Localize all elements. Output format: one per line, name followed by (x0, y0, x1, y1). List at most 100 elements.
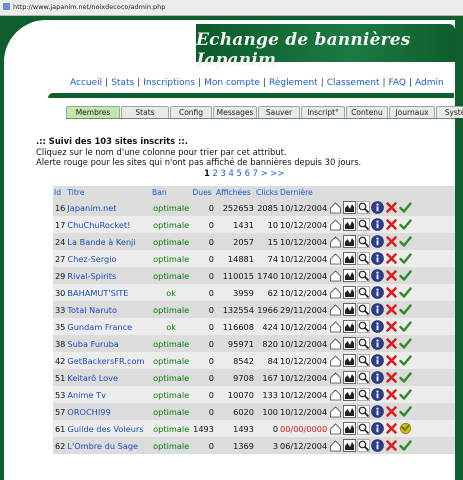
magnify-icon[interactable] (357, 439, 371, 452)
approve-check-icon[interactable] (399, 371, 412, 384)
edit-page-icon[interactable] (329, 422, 342, 435)
approve-check-icon[interactable] (399, 405, 412, 418)
info-icon[interactable] (371, 354, 385, 367)
tab-3[interactable]: Messages (213, 106, 257, 118)
edit-page-icon[interactable] (329, 252, 342, 265)
info-icon[interactable] (371, 337, 385, 350)
delete-icon[interactable] (385, 439, 398, 452)
magnify-icon[interactable] (357, 405, 371, 418)
page-link[interactable]: 6 (245, 168, 250, 178)
tab-5[interactable]: Inscript° (301, 106, 345, 118)
tab-6[interactable]: Contenu (346, 106, 388, 118)
col-clicks-header[interactable]: Clicks (254, 186, 280, 199)
stats-chart-icon[interactable] (343, 218, 357, 231)
edit-page-icon[interactable] (329, 337, 342, 350)
magnify-icon[interactable] (357, 337, 371, 350)
site-title-link[interactable]: Chez-Sergio (67, 254, 116, 264)
info-icon[interactable] (371, 303, 385, 316)
magnify-icon[interactable] (357, 269, 371, 282)
stats-chart-icon[interactable] (343, 252, 357, 265)
edit-page-icon[interactable] (329, 218, 342, 231)
info-icon[interactable] (371, 218, 385, 231)
edit-page-icon[interactable] (329, 439, 342, 452)
edit-page-icon[interactable] (329, 235, 342, 248)
site-title-link[interactable]: ChuChuRocket! (67, 220, 130, 230)
stats-chart-icon[interactable] (343, 337, 357, 350)
magnify-icon[interactable] (357, 235, 371, 248)
magnify-icon[interactable] (357, 286, 371, 299)
approve-check-icon[interactable] (399, 354, 412, 367)
nav-link-3[interactable]: Mon compte (204, 78, 260, 88)
approve-check-icon[interactable] (399, 337, 412, 350)
edit-page-icon[interactable] (329, 354, 342, 367)
delete-icon[interactable] (385, 422, 398, 435)
delete-icon[interactable] (385, 252, 398, 265)
delete-icon[interactable] (385, 388, 398, 401)
delete-icon[interactable] (385, 201, 398, 214)
edit-page-icon[interactable] (329, 269, 342, 282)
approve-check-icon[interactable] (399, 201, 412, 214)
col-dues-header[interactable]: Dues (191, 186, 215, 199)
info-icon[interactable] (371, 371, 385, 384)
edit-page-icon[interactable] (329, 388, 342, 401)
stats-chart-icon[interactable] (343, 320, 357, 333)
tab-8[interactable]: Système (436, 106, 463, 118)
approve-check-icon[interactable] (399, 269, 412, 282)
tab-7[interactable]: Journaux (389, 106, 435, 118)
edit-page-icon[interactable] (329, 320, 342, 333)
info-icon[interactable] (371, 286, 385, 299)
nav-link-7[interactable]: Admin (415, 78, 444, 88)
tab-0[interactable]: Membres (66, 106, 120, 118)
site-title-link[interactable]: Suba Furuba (67, 339, 118, 349)
delete-icon[interactable] (385, 337, 398, 350)
page-link[interactable]: 7 (253, 168, 258, 178)
tab-2[interactable]: Config (170, 106, 212, 118)
col-ban-header[interactable]: Ban (150, 186, 192, 199)
stats-chart-icon[interactable] (343, 388, 357, 401)
stats-chart-icon[interactable] (343, 422, 357, 435)
delete-icon[interactable] (385, 354, 398, 367)
stats-chart-icon[interactable] (343, 235, 357, 248)
stats-chart-icon[interactable] (343, 201, 357, 214)
approve-check-icon[interactable] (399, 303, 412, 316)
delete-icon[interactable] (385, 371, 398, 384)
stats-chart-icon[interactable] (343, 286, 357, 299)
site-title-link[interactable]: Anime Tv (67, 390, 106, 400)
info-icon[interactable] (371, 252, 385, 265)
approve-check-icon[interactable] (399, 439, 412, 452)
col-id-header[interactable]: Id (53, 186, 67, 199)
stats-chart-icon[interactable] (343, 405, 357, 418)
delete-icon[interactable] (385, 269, 398, 282)
site-title-link[interactable]: L'Ombre du Sage (67, 441, 138, 451)
magnify-icon[interactable] (357, 354, 371, 367)
page-next-link[interactable]: > (261, 168, 268, 178)
approve-check-icon[interactable] (399, 388, 412, 401)
delete-icon[interactable] (385, 218, 398, 231)
approve-check-icon[interactable] (399, 252, 412, 265)
info-icon[interactable] (371, 388, 385, 401)
approve-check-icon[interactable] (399, 320, 412, 333)
delete-icon[interactable] (385, 303, 398, 316)
site-title-link[interactable]: Keitarô Love (67, 373, 118, 383)
approve-check-icon[interactable] (399, 218, 412, 231)
edit-page-icon[interactable] (329, 303, 342, 316)
info-icon[interactable] (371, 320, 385, 333)
info-icon[interactable] (371, 235, 385, 248)
nav-link-5[interactable]: Classement (327, 78, 380, 88)
stats-chart-icon[interactable] (343, 303, 357, 316)
approve-check-icon[interactable] (399, 286, 412, 299)
edit-page-icon[interactable] (329, 405, 342, 418)
tab-1[interactable]: Stats (121, 106, 169, 118)
address-bar[interactable]: http://www.japanim.net/noixdecoco/admin.… (0, 0, 463, 16)
nav-link-0[interactable]: Accueil (70, 78, 102, 88)
info-icon[interactable] (371, 405, 385, 418)
stats-chart-icon[interactable] (343, 269, 357, 282)
page-link[interactable]: 4 (229, 168, 234, 178)
approve-check-icon[interactable] (399, 235, 412, 248)
site-title-link[interactable]: Guilde des Voleurs (67, 424, 143, 434)
edit-page-icon[interactable] (329, 201, 342, 214)
nav-link-2[interactable]: Inscriptions (143, 78, 195, 88)
info-icon[interactable] (371, 269, 385, 282)
magnify-icon[interactable] (357, 388, 371, 401)
info-icon[interactable] (371, 439, 385, 452)
